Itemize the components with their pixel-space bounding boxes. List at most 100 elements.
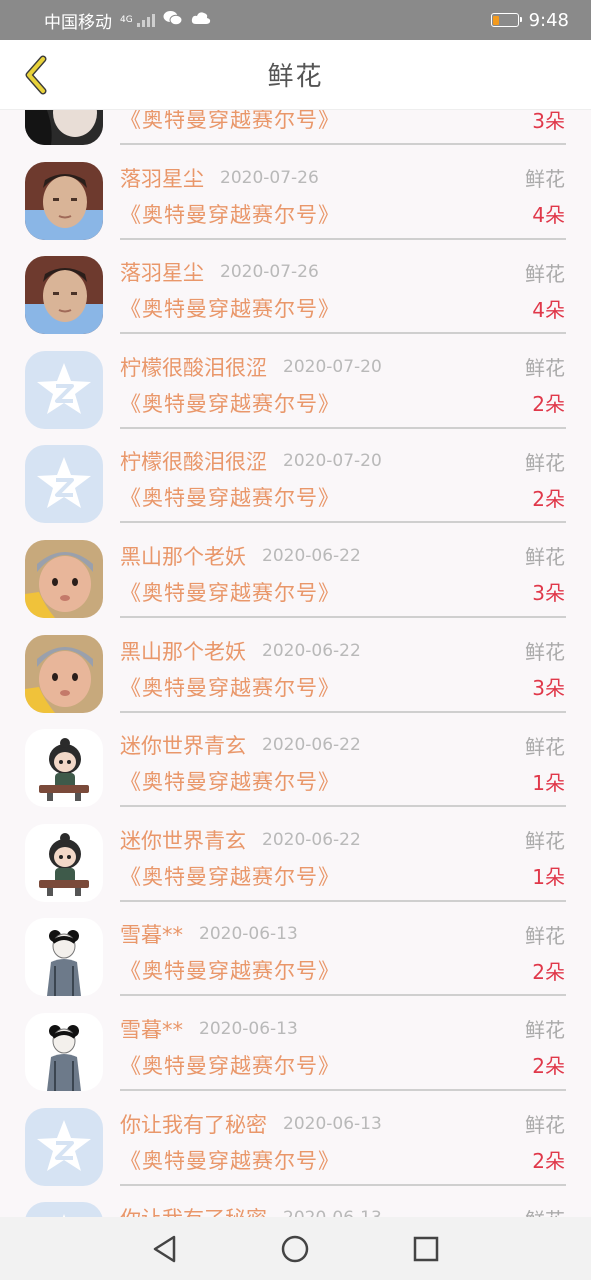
sender-name[interactable]: 迷你世界青玄 (120, 825, 246, 855)
nav-home-button[interactable] (275, 1229, 315, 1269)
sender-name[interactable]: 黑山那个老妖 (120, 541, 246, 571)
record-header: 雪暮** 2020-06-13 鲜花 (120, 919, 565, 949)
avatar[interactable] (25, 161, 103, 240)
square-recents-icon (413, 1236, 439, 1261)
flower-count: 3朵 (532, 110, 565, 133)
triangle-back-icon (153, 1235, 176, 1262)
flower-count: 3朵 (532, 581, 565, 606)
gift-type: 鲜花 (525, 167, 565, 192)
avatar[interactable] (25, 823, 103, 902)
book-title[interactable]: 《奥特曼穿越赛尔号》 (120, 1145, 340, 1175)
sender-name[interactable]: 你让我有了秘密 (120, 1109, 267, 1139)
cloud-icon (191, 10, 211, 30)
record-detail: 《奥特曼穿越赛尔号》 4朵 (120, 292, 565, 324)
list-item[interactable]: 迷你世界青玄 2020-06-22 鲜花 《奥特曼穿越赛尔号》 1朵 (0, 712, 591, 808)
sender-name[interactable]: 柠檬很酸泪很涩 (120, 352, 267, 382)
chevron-left-icon (25, 55, 47, 95)
record-detail: 《奥特曼穿越赛尔号》 2朵 (120, 1144, 565, 1176)
list-item[interactable]: 雪暮** 2020-06-13 鲜花 《奥特曼穿越赛尔号》 2朵 (0, 996, 591, 1091)
wechat-icon (163, 10, 183, 31)
avatar[interactable] (25, 445, 103, 524)
sender-name[interactable]: 雪暮** (120, 919, 183, 949)
sender-name[interactable]: 黑山那个老妖 (120, 636, 246, 666)
sender-name[interactable]: 落羽星尘 (120, 257, 204, 287)
book-title[interactable]: 《奥特曼穿越赛尔号》 (120, 293, 340, 323)
record-detail: 《奥特曼穿越赛尔号》 2朵 (120, 1049, 565, 1081)
record-date: 2020-07-26 (220, 262, 319, 283)
record-header: 黑山那个老妖 2020-06-22 鲜花 (120, 541, 565, 571)
list-item[interactable]: 《奥特曼穿越赛尔号》 3朵 (0, 110, 591, 145)
list-item[interactable]: 你让我有了秘密 2020-06-13 鲜花 《奥特曼穿越赛尔号》 2朵 (0, 1091, 591, 1186)
sender-name[interactable]: 柠檬很酸泪很涩 (120, 446, 267, 476)
avatar[interactable] (25, 110, 103, 145)
back-button[interactable] (14, 53, 58, 97)
record-header: 雪暮** 2020-06-13 鲜花 (120, 1014, 565, 1044)
avatar[interactable] (25, 539, 103, 618)
status-bar: 中国移动 4G 9:48 (0, 0, 591, 40)
flower-count: 2朵 (532, 1054, 565, 1079)
book-title[interactable]: 《奥特曼穿越赛尔号》 (120, 955, 340, 985)
list-item[interactable]: 你让我有了秘密 2020-06-13 鲜花 (0, 1185, 591, 1217)
nav-back-button[interactable] (145, 1229, 185, 1269)
record-header: 柠檬很酸泪很涩 2020-07-20 鲜花 (120, 446, 565, 476)
flower-count: 2朵 (532, 959, 565, 984)
record-detail: 《奥特曼穿越赛尔号》 2朵 (120, 481, 565, 513)
avatar[interactable] (25, 918, 103, 997)
avatar[interactable] (25, 1107, 103, 1186)
record-detail: 《奥特曼穿越赛尔号》 3朵 (120, 671, 565, 703)
book-title[interactable]: 《奥特曼穿越赛尔号》 (120, 1050, 340, 1080)
list-item[interactable]: 黑山那个老妖 2020-06-22 鲜花《奥特曼穿越赛尔号》 3朵 (0, 523, 591, 618)
list-item[interactable]: 柠檬很酸泪很涩 2020-07-20 鲜花 《奥特曼穿越赛尔号》 2朵 (0, 428, 591, 524)
record-detail: 《奥特曼穿越赛尔号》 1朵 (120, 765, 565, 797)
list-item[interactable]: 落羽星尘 2020-07-26 鲜花《奥特曼穿越赛尔号》 4朵 (0, 239, 591, 335)
sender-name[interactable]: 落羽星尘 (120, 163, 204, 193)
book-title[interactable]: 《奥特曼穿越赛尔号》 (120, 388, 340, 418)
record-detail: 《奥特曼穿越赛尔号》 2朵 (120, 387, 565, 419)
record-header: 你让我有了秘密 2020-06-13 鲜花 (120, 1109, 565, 1139)
record-date: 2020-06-13 (199, 1018, 298, 1039)
book-title[interactable]: 《奥特曼穿越赛尔号》 (120, 482, 340, 512)
nav-recents-button[interactable] (406, 1229, 446, 1269)
avatar[interactable] (25, 634, 103, 713)
avatar[interactable] (25, 1012, 103, 1091)
book-title[interactable]: 《奥特曼穿越赛尔号》 (120, 766, 340, 796)
list-item[interactable]: 迷你世界青玄 2020-06-22 鲜花 《奥特曼穿越赛尔号》 1朵 (0, 807, 591, 902)
book-title[interactable]: 《奥特曼穿越赛尔号》 (120, 672, 340, 702)
record-date: 2020-06-13 (283, 1208, 382, 1217)
record-date: 2020-06-22 (262, 829, 361, 850)
book-title[interactable]: 《奥特曼穿越赛尔号》 (120, 861, 340, 891)
list-item[interactable]: 雪暮** 2020-06-13 鲜花《奥特曼穿越赛尔号》 2朵 (0, 901, 591, 997)
gift-type: 鲜花 (525, 545, 565, 570)
list-item[interactable]: 黑山那个老妖 2020-06-22 鲜花《奥特曼穿越赛尔号》 3朵 (0, 618, 591, 713)
flower-count: 2朵 (532, 486, 565, 511)
list-item[interactable]: 落羽星尘 2020-07-26 鲜花 《奥特曼穿越赛尔号》 4朵 (0, 145, 591, 240)
avatar[interactable] (25, 1202, 103, 1217)
record-date: 2020-07-20 (283, 451, 382, 472)
record-header: 迷你世界青玄 2020-06-22 鲜花 (120, 730, 565, 760)
avatar[interactable] (25, 256, 103, 335)
gift-type: 鲜花 (525, 261, 565, 286)
list-item[interactable]: 柠檬很酸泪很涩 2020-07-20 鲜花 《奥特曼穿越赛尔号》 2朵 (0, 334, 591, 429)
flower-count: 2朵 (532, 1149, 565, 1174)
record-header: 柠檬很酸泪很涩 2020-07-20 鲜花 (120, 352, 565, 382)
record-date: 2020-06-22 (262, 545, 361, 566)
record-date: 2020-07-20 (283, 356, 382, 377)
record-detail: 《奥特曼穿越赛尔号》 3朵 (120, 110, 565, 135)
book-title[interactable]: 《奥特曼穿越赛尔号》 (120, 577, 340, 607)
book-title[interactable]: 《奥特曼穿越赛尔号》 (120, 110, 340, 134)
gift-type: 鲜花 (525, 923, 565, 948)
gift-type: 鲜花 (525, 640, 565, 665)
page-title: 鲜花 (267, 62, 324, 92)
avatar[interactable] (25, 729, 103, 808)
book-title[interactable]: 《奥特曼穿越赛尔号》 (120, 199, 340, 229)
app-header: 鲜花 (0, 40, 591, 110)
record-date: 2020-06-22 (262, 640, 361, 661)
flower-record-list[interactable]: 《奥特曼穿越赛尔号》 3朵 落羽星尘 2020-07-26 鲜花 《奥特曼穿越赛尔号》 4朵… (0, 110, 591, 1217)
carrier-label: 中国移动 (44, 12, 112, 33)
sender-name[interactable]: 迷你世界青玄 (120, 730, 246, 760)
record-date: 2020-06-13 (199, 924, 298, 945)
avatar[interactable] (25, 350, 103, 429)
sender-name[interactable]: 雪暮** (120, 1014, 183, 1044)
sender-name[interactable]: 你让我有了秘密 (120, 1203, 267, 1217)
record-header: 你让我有了秘密 2020-06-13 鲜花 (120, 1203, 565, 1217)
